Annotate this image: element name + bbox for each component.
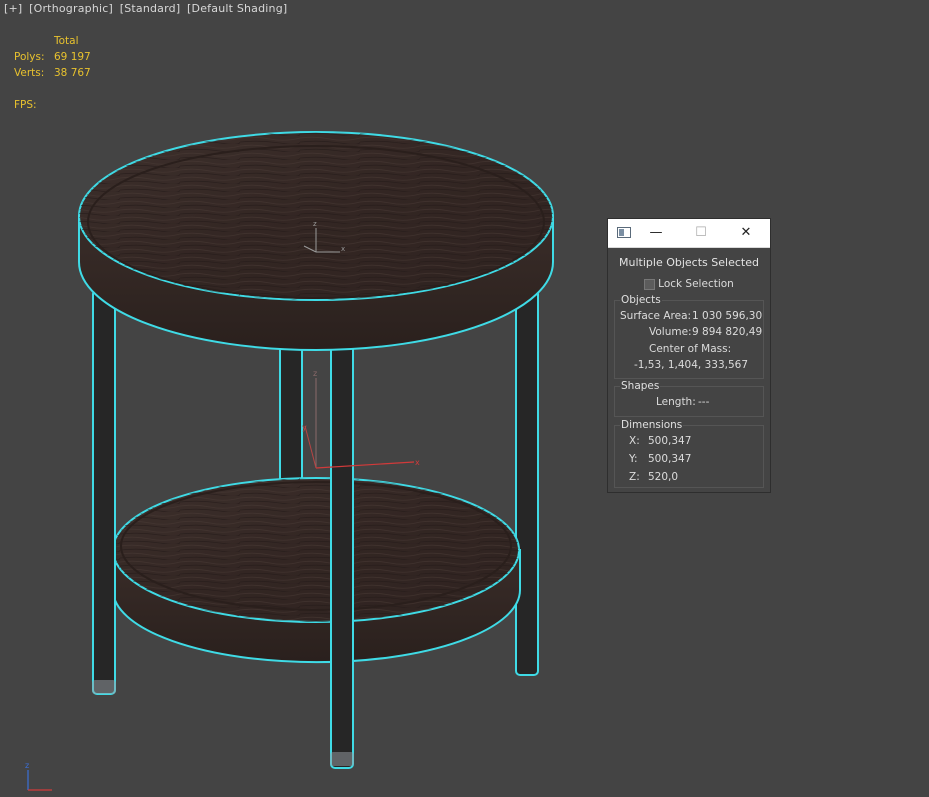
dim-z-label: Z: (629, 471, 640, 483)
dimensions-group-label: Dimensions (620, 419, 684, 431)
volume-label: Volume: (649, 326, 692, 338)
shapes-group-label: Shapes (620, 380, 661, 392)
center-of-mass-label: Center of Mass: (649, 343, 732, 355)
surface-area-label: Surface Area: (620, 310, 692, 322)
gizmo-z-label: z (313, 369, 317, 378)
volume-value: 9 894 820,49 (692, 326, 763, 338)
maximize-icon[interactable]: ☐ (691, 224, 711, 242)
length-value: --- (698, 396, 710, 408)
dim-z-value: 520,0 (648, 471, 679, 483)
top-gizmo-z-label: z (313, 220, 317, 228)
transform-gizmo[interactable] (304, 378, 415, 469)
checkbox-icon[interactable] (644, 278, 656, 290)
minimize-icon[interactable]: — (646, 224, 666, 242)
dim-x-label: X: (629, 435, 640, 447)
world-axis-tripod (27, 770, 52, 791)
dim-y-label: Y: (629, 453, 638, 465)
measure-panel[interactable]: — ☐ ✕ Multiple Objects Selected Lock Sel… (607, 218, 771, 493)
lock-selection-label: Lock Selection (658, 278, 734, 290)
viewport-scene[interactable]: z x z x y z (0, 0, 929, 797)
surface-area-value: 1 030 596,30 (692, 310, 763, 322)
center-of-mass-value: -1,53, 1,404, 333,567 (634, 359, 748, 371)
lock-selection-checkbox[interactable]: Lock Selection (608, 278, 770, 290)
lower-shelf[interactable] (112, 477, 521, 664)
selection-title: Multiple Objects Selected (619, 256, 759, 269)
world-z-label: z (25, 761, 29, 770)
length-label: Length: (656, 396, 696, 408)
top-gizmo-x-label: x (341, 245, 345, 253)
dimensions-group: Dimensions X: 500,347 Y: 500,347 Z: 520,… (614, 419, 764, 488)
measure-titlebar[interactable]: — ☐ ✕ (608, 219, 770, 248)
gizmo-x-label: x (415, 458, 420, 467)
objects-group: Objects Surface Area: 1 030 596,30 Volum… (614, 294, 764, 379)
shapes-group: Shapes Length: --- (614, 380, 764, 417)
objects-group-label: Objects (620, 294, 662, 306)
close-icon[interactable]: ✕ (736, 224, 756, 242)
gizmo-y-label: y (302, 423, 307, 432)
dim-x-value: 500,347 (648, 435, 692, 447)
dim-y-value: 500,347 (648, 453, 692, 465)
window-icon (617, 227, 631, 238)
